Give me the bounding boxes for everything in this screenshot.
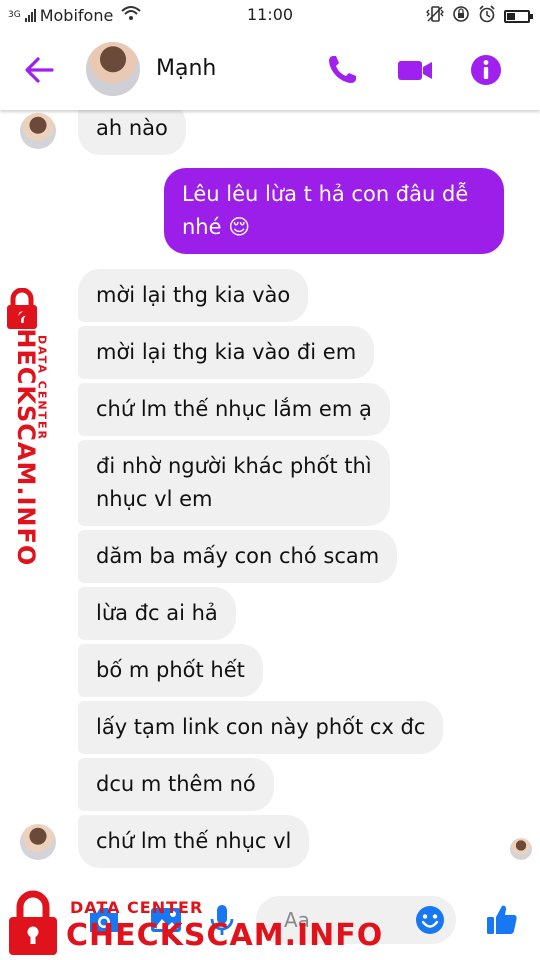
phone-icon bbox=[329, 56, 356, 83]
message-bubble-incoming[interactable]: chứ lm thế nhục vl bbox=[78, 815, 310, 868]
like-button[interactable] bbox=[484, 902, 520, 938]
status-right bbox=[426, 5, 533, 27]
alarm-icon bbox=[478, 5, 496, 27]
message-bubble-outgoing[interactable]: Lêu lêu lừa t hả con đâu dễ nhé 😌 bbox=[164, 168, 504, 254]
message-bubble-incoming[interactable]: chứ lm thế nhục lắm em ạ bbox=[78, 383, 390, 436]
battery-icon bbox=[504, 9, 533, 23]
contact-avatar[interactable] bbox=[86, 42, 140, 96]
status-bar: 3G Mobifone 11:00 bbox=[0, 0, 540, 30]
info-button[interactable] bbox=[468, 52, 504, 88]
message-bubble-incoming[interactable]: dcu m thêm nó bbox=[78, 758, 274, 811]
watermark-side: CHECKSCAM.INFO DATA CENTER bbox=[0, 288, 60, 566]
message-bubble-incoming[interactable]: mời lại thg kia vào đi em bbox=[78, 326, 375, 379]
contact-mini-avatar bbox=[20, 824, 56, 860]
message-bubble-incoming[interactable]: lừa đc ai hả bbox=[78, 587, 236, 640]
info-icon bbox=[471, 55, 501, 85]
back-arrow-icon bbox=[25, 57, 54, 83]
rotation-lock-icon bbox=[452, 5, 470, 27]
message-bubble-incoming[interactable]: mời lại thg kia vào bbox=[78, 269, 309, 322]
message-list[interactable]: ah nào Lêu lêu lừa t hả con đâu dễ nhé 😌… bbox=[0, 102, 540, 880]
vibrate-icon bbox=[426, 6, 444, 26]
back-button[interactable] bbox=[20, 52, 60, 88]
watermark-subtitle: DATA CENTER bbox=[70, 898, 204, 917]
seen-indicator-avatar bbox=[510, 838, 532, 860]
message-bubble-incoming[interactable]: lấy tạm link con này phốt cx đc bbox=[78, 701, 444, 754]
contact-name[interactable]: Mạnh bbox=[156, 56, 216, 81]
message-bubble-incoming[interactable]: dăm ba mấy con chó scam bbox=[78, 530, 398, 583]
messenger-screen: 3G Mobifone 11:00 Mạnh ah nào Lêu lêu lừ… bbox=[0, 0, 540, 960]
message-bubble-incoming[interactable]: bố m phốt hết bbox=[78, 644, 263, 697]
voice-call-button[interactable] bbox=[324, 52, 360, 88]
video-camera-icon bbox=[398, 61, 432, 80]
lock-icon bbox=[9, 890, 57, 955]
watermark-subtitle-vertical: DATA CENTER bbox=[35, 334, 49, 442]
thumbs-up-icon bbox=[487, 905, 517, 934]
emoji-icon[interactable] bbox=[414, 904, 446, 936]
message-bubble-incoming[interactable]: đi nhờ người khác phốt thì nhục vl em bbox=[78, 440, 390, 526]
contact-mini-avatar bbox=[20, 113, 56, 149]
conversation-header: Mạnh bbox=[0, 30, 540, 110]
watermark-brand: CHECKSCAM.INFO bbox=[66, 918, 384, 953]
video-call-button[interactable] bbox=[396, 52, 432, 88]
